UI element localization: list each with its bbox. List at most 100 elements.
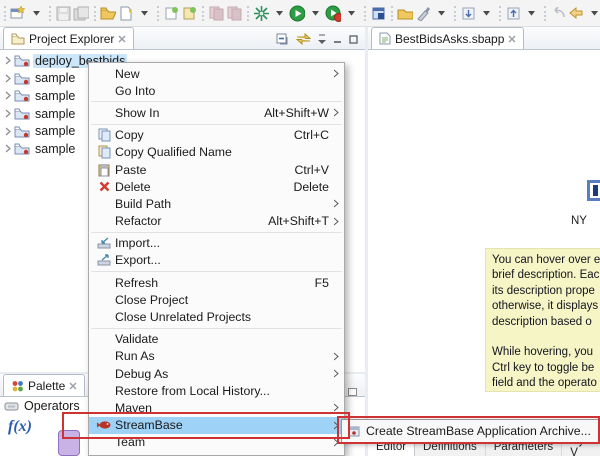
chevron-right-icon[interactable] <box>5 56 11 65</box>
chevron-right-icon[interactable] <box>5 127 11 136</box>
project-icon <box>14 107 30 120</box>
menu-item-new[interactable]: New <box>89 65 344 82</box>
export-icon <box>97 254 111 266</box>
copy-disabled-icon <box>207 3 225 24</box>
chevron-right-icon[interactable] <box>5 109 11 118</box>
save-icon[interactable] <box>54 3 72 24</box>
tree-item-label[interactable]: sample <box>33 89 77 103</box>
menu-item-paste[interactable]: PasteCtrl+V <box>89 161 344 178</box>
tab-palette[interactable]: Palette <box>3 374 85 396</box>
dropdown-icon[interactable] <box>27 3 45 24</box>
menu-item-debug-as[interactable]: Debug As <box>89 365 344 382</box>
sbapp-file-icon <box>379 32 391 45</box>
tab-bestbidsasks[interactable]: BestBidsAsks.sbapp <box>371 27 524 49</box>
chevron-right-icon[interactable] <box>5 74 11 83</box>
palette-function-item[interactable]: f(x) <box>8 418 32 436</box>
palette-section-operators[interactable]: Operators <box>4 399 80 413</box>
last-edit-icon <box>549 3 567 24</box>
tree-item-label[interactable]: sample <box>33 142 77 156</box>
project-icon <box>14 54 30 67</box>
menu-item-show-in[interactable]: Show InAlt+Shift+W <box>89 104 344 121</box>
menu-item-go-into[interactable]: Go Into <box>89 82 344 99</box>
new-java-icon[interactable] <box>180 3 198 24</box>
view-menu-icon[interactable] <box>318 34 326 44</box>
debug-fragment-icon[interactable] <box>252 3 270 24</box>
run-trace-icon[interactable] <box>324 3 342 24</box>
dropdown-icon[interactable] <box>477 3 495 24</box>
menu-item-export[interactable]: Export... <box>89 252 344 269</box>
project-icon <box>14 142 30 155</box>
menu-item-refresh[interactable]: RefreshF5 <box>89 274 344 291</box>
dropdown-icon[interactable] <box>342 3 360 24</box>
close-icon[interactable] <box>118 35 126 43</box>
menu-item-close-unrelated-projects[interactable]: Close Unrelated Projects <box>89 308 344 325</box>
palette-icon <box>11 380 24 392</box>
editor-note: You can hover over e brief description. … <box>485 248 600 392</box>
project-explorer-toolbar <box>276 33 358 45</box>
palette-tab-label: Palette <box>28 379 65 393</box>
copy-icon <box>98 128 111 142</box>
chevron-right-icon[interactable] <box>5 91 11 100</box>
paste-icon <box>98 163 110 177</box>
menu-item-import[interactable]: Import... <box>89 235 344 252</box>
menu-item-maven[interactable]: Maven <box>89 399 344 416</box>
stream-label: NY <box>571 215 587 227</box>
submenu-item-create-archive[interactable]: Create StreamBase Application Archive... <box>366 424 591 438</box>
close-icon[interactable] <box>69 382 77 390</box>
collapse-all-icon[interactable] <box>276 33 289 45</box>
menu-item-close-project[interactable]: Close Project <box>89 291 344 308</box>
note-line: otherwise, it displays <box>492 299 600 314</box>
menu-separator <box>91 101 342 102</box>
menu-item-restore-from-local-history[interactable]: Restore from Local History... <box>89 382 344 399</box>
application-archive-icon <box>347 424 361 438</box>
new-file-icon[interactable] <box>117 3 135 24</box>
menu-item-build-path[interactable]: Build Path <box>89 195 344 212</box>
dropdown-icon[interactable] <box>270 3 288 24</box>
submenu-chevron-icon <box>334 69 339 78</box>
save-all-icon[interactable] <box>72 3 90 24</box>
menu-item-refactor[interactable]: RefactorAlt+Shift+T <box>89 213 344 230</box>
open-project-icon[interactable] <box>99 3 117 24</box>
menu-item-team[interactable]: Team <box>89 434 344 451</box>
menu-item-copy-qualified-name[interactable]: Copy Qualified Name <box>89 144 344 161</box>
chevron-right-icon[interactable] <box>5 144 11 153</box>
submenu-chevron-icon <box>334 108 339 117</box>
fetch-down-icon[interactable] <box>459 3 477 24</box>
dropdown-icon[interactable] <box>306 3 324 24</box>
tab-project-explorer[interactable]: Project Explorer <box>3 27 134 49</box>
dropdown-icon[interactable] <box>522 3 540 24</box>
dropdown-icon[interactable] <box>585 3 600 24</box>
new-interface-icon[interactable] <box>162 3 180 24</box>
submenu-chevron-icon <box>334 438 339 447</box>
back-icon[interactable] <box>567 3 585 24</box>
menu-item-delete[interactable]: DeleteDelete <box>89 178 344 195</box>
menu-item-run-as[interactable]: Run As <box>89 348 344 365</box>
push-up-icon[interactable] <box>504 3 522 24</box>
copy-qualified-icon <box>98 145 111 159</box>
new-wizard-icon[interactable] <box>9 3 27 24</box>
palette-operator-icon[interactable] <box>58 430 80 456</box>
tree-item-label[interactable]: sample <box>33 124 77 138</box>
streambase-icon <box>97 420 111 430</box>
dropdown-icon[interactable] <box>135 3 153 24</box>
maximize-icon[interactable] <box>349 35 358 44</box>
dropdown-icon[interactable] <box>432 3 450 24</box>
tree-item-label[interactable]: sample <box>33 71 77 85</box>
maximize-icon[interactable] <box>348 388 357 396</box>
input-stream-icon[interactable] <box>587 180 600 201</box>
menu-item-copy[interactable]: CopyCtrl+C <box>89 127 344 144</box>
tree-item-label[interactable]: sample <box>33 107 77 121</box>
brush-icon[interactable] <box>414 3 432 24</box>
editor-tab-label: BestBidsAsks.sbapp <box>395 32 504 46</box>
minimize-icon[interactable] <box>333 35 342 44</box>
open-window-icon[interactable] <box>369 3 387 24</box>
link-editor-icon[interactable] <box>296 33 311 45</box>
menu-separator <box>91 124 342 125</box>
menu-item-validate[interactable]: Validate <box>89 331 344 348</box>
open-folder-icon[interactable] <box>396 3 414 24</box>
delete-icon <box>99 181 110 192</box>
menu-item-streambase[interactable]: StreamBase <box>89 417 344 434</box>
close-icon[interactable] <box>508 35 516 43</box>
run-icon[interactable] <box>288 3 306 24</box>
project-explorer-icon <box>11 33 25 45</box>
